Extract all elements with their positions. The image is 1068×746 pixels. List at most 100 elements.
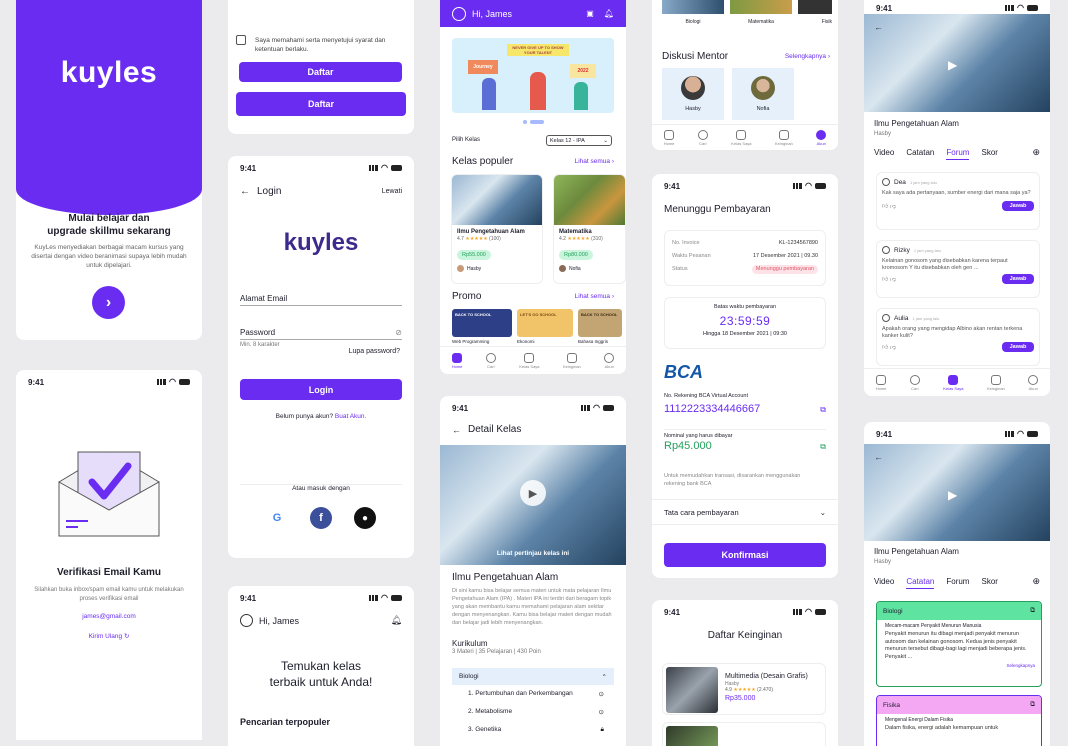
howto-accordion[interactable]: Tata cara pembayaran ⌄ (652, 499, 838, 525)
download-icon[interactable]: ⊕ (1032, 147, 1040, 158)
note-more-link[interactable]: Selengkapnya (877, 663, 1041, 668)
eye-off-icon[interactable]: ⊘ (395, 328, 402, 337)
tab-video[interactable]: Video (874, 148, 894, 160)
search-icon (909, 374, 920, 385)
register-submit-button[interactable]: Daftar (236, 92, 406, 116)
tab-notes[interactable]: Catatan (906, 577, 935, 589)
note-subtitle: Mecam-macam Penyakit Menurun Manusia (885, 623, 982, 629)
nav-account[interactable]: Akun (816, 129, 827, 146)
play-icon[interactable]: ▶ (948, 488, 957, 502)
reply-button[interactable]: Jawab (1002, 342, 1034, 352)
reply-button[interactable]: Jawab (1002, 201, 1034, 211)
copy-va-icon[interactable]: ⧉ (820, 405, 826, 415)
download-icon[interactable]: ⊕ (1032, 576, 1040, 587)
nav-my-classes[interactable]: Kelas Saya (943, 374, 964, 391)
nav-wishlist[interactable]: Keinginan (987, 374, 1005, 391)
mentor-card[interactable]: Hasby (662, 68, 724, 120)
back-arrow-icon[interactable]: ← (874, 22, 883, 32)
copy-amount-icon[interactable]: ⧉ (820, 442, 826, 452)
promo-card[interactable]: LET'S GO SCHOOL Ekonomi (517, 309, 573, 344)
see-all-promo-link[interactable]: Lihat semua › (575, 293, 614, 300)
promo-banner[interactable]: NEVER GIVE UP TO SHOW YOUR TALENT 2022 J… (452, 38, 614, 113)
category-card[interactable]: Matematika (730, 0, 792, 25)
preview-video[interactable]: ▶ Lihat pertinjau kelas ini (440, 445, 626, 565)
tab-forum[interactable]: Forum (946, 148, 970, 160)
forgot-password-link[interactable]: Lupa password? (349, 348, 400, 355)
avatar-icon[interactable] (240, 614, 253, 627)
back-arrow-icon[interactable]: ← (452, 425, 461, 435)
mentor-card[interactable]: Nofia (732, 68, 794, 120)
tab-forum[interactable]: Forum (946, 577, 969, 589)
lesson-video[interactable]: ← ▶ (864, 444, 1050, 541)
avatar-icon[interactable] (452, 6, 466, 21)
bottom-nav: Home Cari Kelas Saya Keinginan Akun (440, 346, 626, 374)
course-card[interactable]: Ilmu Pengetahuan Alam 4.7 ★★★★★ (100) Rp… (451, 174, 543, 284)
tab-video[interactable]: Video (874, 577, 894, 589)
google-login-button[interactable]: G (266, 507, 288, 529)
nav-search[interactable]: Cari (697, 129, 708, 146)
reply-button[interactable]: Jawab (1002, 274, 1034, 284)
nav-home[interactable]: Home (876, 374, 886, 391)
back-arrow-icon[interactable]: ← (874, 452, 883, 462)
nav-home[interactable]: Home (664, 129, 674, 146)
nav-home[interactable]: Home (452, 352, 462, 369)
wishlist-rating: 4.9 (725, 687, 732, 693)
wishlist-item[interactable] (662, 722, 826, 746)
like-dislike-icons[interactable]: 👍︎ 👎︎ (882, 343, 896, 351)
chevron-right-icon: › (105, 293, 112, 311)
bell-icon[interactable]: 🔔︎ (391, 615, 402, 626)
lesson-item[interactable]: 2. Metabolisme ⊙ (468, 708, 604, 716)
nav-search[interactable]: Cari (485, 352, 496, 369)
terms-checkbox[interactable] (236, 35, 246, 45)
promo-card[interactable]: BACK TO SCHOOL Web Programming (452, 309, 512, 344)
promo-card[interactable]: BACK TO SCHOOL Bahasa Inggris (578, 309, 622, 344)
mentor-see-all-link[interactable]: Selengkapnya › (785, 53, 830, 60)
nav-search[interactable]: Cari (909, 374, 920, 391)
nav-wishlist[interactable]: Keinginan (563, 352, 581, 369)
tab-notes[interactable]: Catatan (906, 148, 934, 160)
nav-account[interactable]: Akun (604, 352, 615, 369)
payment-title: Menunggu Pembayaran (664, 204, 771, 215)
apple-login-button[interactable]: ● (354, 507, 376, 529)
promo-label: Bahasa Inggris (578, 339, 609, 344)
bell-icon[interactable]: 🔔︎ (604, 9, 614, 18)
create-account-link[interactable]: Buat Akun. (335, 413, 366, 420)
splash-next-button[interactable]: › (92, 286, 125, 319)
skip-link[interactable]: Lewati (382, 188, 402, 195)
nav-wishlist[interactable]: Keinginan (775, 129, 793, 146)
inbox-icon[interactable]: ▣ (586, 9, 594, 18)
category-art (798, 0, 832, 14)
banner-pager[interactable] (440, 120, 626, 124)
copy-icon[interactable]: ⧉ (1030, 701, 1035, 709)
post-author: Aulia (894, 314, 909, 322)
login-button[interactable]: Login (240, 379, 402, 400)
like-dislike-icons[interactable]: 👍︎ 👎︎ (882, 202, 896, 210)
nav-my-classes[interactable]: Kelas Saya (731, 129, 752, 146)
lesson-item[interactable]: 3. Genetika 🔒︎ (468, 726, 604, 734)
nav-account[interactable]: Akun (1028, 374, 1039, 391)
lesson-video[interactable]: ← ▶ (864, 14, 1050, 112)
register-button[interactable]: Daftar (239, 62, 402, 82)
lesson-item[interactable]: 1. Pertumbuhan dan Perkembangan ⊙ (468, 690, 604, 698)
wishlist-item[interactable]: Multimedia (Desain Grafis) Hasby 4.9 ★★★… (662, 663, 826, 715)
confirm-button[interactable]: Konfirmasi (664, 543, 826, 567)
password-field[interactable]: Password ⊘ (240, 328, 402, 340)
course-card[interactable]: Matematika 4.2 ★★★★★ (310) Rp80.000 Nofi… (553, 174, 626, 284)
module-accordion[interactable]: Biologi ⌃ (452, 668, 614, 685)
like-dislike-icons[interactable]: 👍︎ 👎︎ (882, 275, 896, 283)
class-filter-select[interactable]: Kelas 12 - IPA ⌄ (546, 135, 612, 146)
category-card[interactable]: Biologi (662, 0, 724, 25)
play-icon[interactable]: ▶ (520, 480, 546, 506)
resend-link[interactable]: Kirim Ulang ↻ (16, 632, 202, 640)
tab-score[interactable]: Skor (981, 148, 997, 160)
back-arrow-icon[interactable]: ← (240, 186, 250, 197)
facebook-login-button[interactable]: f (310, 507, 332, 529)
email-field[interactable]: Alamat Email (240, 294, 402, 306)
tab-score[interactable]: Skor (981, 577, 997, 589)
copy-icon[interactable]: ⧉ (1030, 607, 1035, 615)
see-all-popular-link[interactable]: Lihat semua › (575, 158, 614, 165)
play-icon[interactable]: ▶ (948, 58, 957, 72)
order-time-value: 17 Desember 2021 | 09.30 (752, 253, 818, 259)
category-card[interactable]: Fisik (798, 0, 832, 25)
nav-my-classes[interactable]: Kelas Saya (519, 352, 540, 369)
